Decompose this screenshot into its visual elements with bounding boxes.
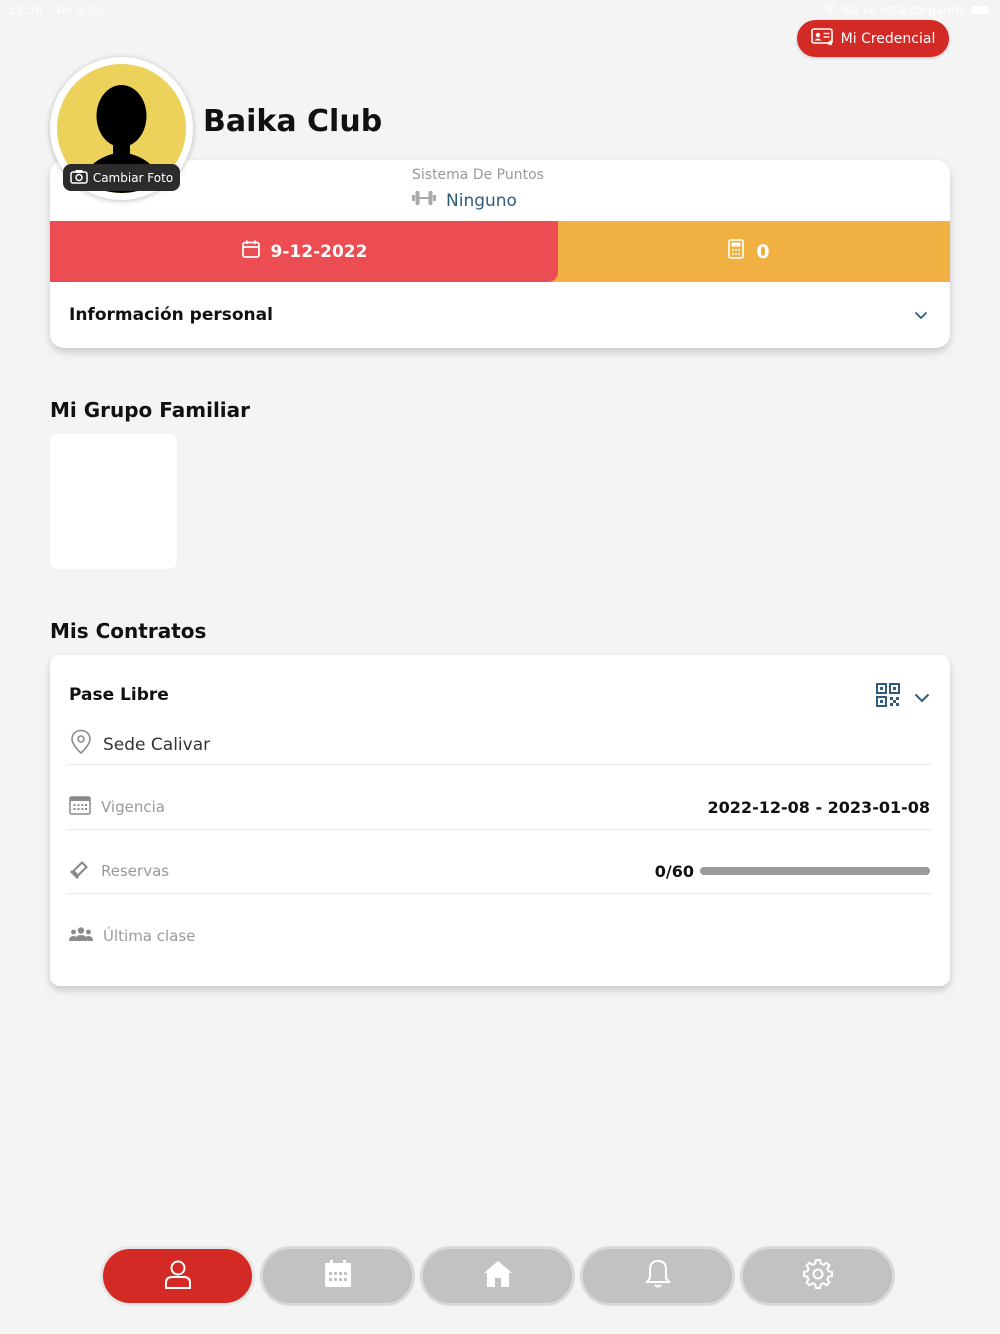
contract-card: Pase Libre Sede Calivar Vigencia 2022-12… <box>50 655 950 986</box>
ticket-icon <box>69 858 91 884</box>
date-value: 9-12-2022 <box>270 241 368 262</box>
stats-row: 9-12-2022 0 <box>50 221 950 282</box>
family-member-card[interactable] <box>50 434 177 569</box>
bell-icon <box>644 1259 671 1293</box>
calendar-grid-icon <box>69 795 91 819</box>
calendar-icon <box>241 239 261 264</box>
points-system-value: Ninguno <box>412 190 517 211</box>
divider <box>67 893 931 894</box>
credential-label: Mi Credencial <box>840 30 936 47</box>
nav-notifications[interactable] <box>580 1246 735 1306</box>
divider <box>67 764 931 765</box>
points-system-text: Ninguno <box>446 190 517 211</box>
points-system-label: Sistema De Puntos <box>412 167 544 183</box>
personal-info-label: Información personal <box>69 305 273 325</box>
status-right: No se está cargando <box>823 3 988 17</box>
gear-icon <box>802 1259 833 1293</box>
club-name: Baika Club <box>203 104 383 139</box>
personal-info-toggle[interactable]: Información personal <box>50 282 950 348</box>
reservations-label: Reservas <box>101 862 170 880</box>
group-icon <box>69 926 93 946</box>
last-class-label: Última clase <box>103 927 196 945</box>
reservations-progress-bar <box>700 867 930 875</box>
chevron-down-icon <box>914 305 928 325</box>
calculator-icon <box>728 239 745 264</box>
contract-location: Sede Calivar <box>69 729 210 760</box>
change-photo-label: Cambiar Foto <box>92 170 174 185</box>
chevron-down-icon[interactable] <box>914 688 930 707</box>
reservations-value: 0/60 <box>654 861 694 881</box>
validity-value: 2022-12-08 - 2023-01-08 <box>707 797 930 817</box>
contract-actions <box>876 683 930 711</box>
contracts-section-title: Mis Contratos <box>50 619 207 643</box>
nav-home[interactable] <box>420 1246 575 1306</box>
profile-card: Sistema De Puntos Ninguno 9-12-2022 0 In… <box>50 160 950 348</box>
date-stat: 9-12-2022 <box>50 221 558 282</box>
validity-label: Vigencia <box>101 798 165 816</box>
id-card-icon <box>810 27 835 51</box>
last-class-row: Última clase <box>69 921 930 951</box>
dumbbell-icon <box>412 190 436 211</box>
reservations-row: Reservas 0/60 <box>69 856 930 886</box>
status-time-date: 13:38 Vie 9 dic <box>8 3 106 17</box>
battery-icon <box>972 6 988 14</box>
family-section-title: Mi Grupo Familiar <box>50 398 251 422</box>
nav-settings[interactable] <box>740 1246 895 1306</box>
count-value: 0 <box>756 240 770 263</box>
qr-code-icon[interactable] <box>876 683 900 711</box>
location-pin-icon <box>69 729 93 760</box>
home-icon <box>483 1260 513 1292</box>
user-icon <box>164 1259 192 1293</box>
status-time: 13:38 <box>8 3 43 17</box>
camera-icon <box>70 169 88 187</box>
status-date: Vie 9 dic <box>54 3 106 17</box>
bottom-navigation <box>100 1246 896 1306</box>
location-text: Sede Calivar <box>103 734 211 755</box>
contract-name: Pase Libre <box>69 685 169 705</box>
nav-calendar[interactable] <box>260 1246 415 1306</box>
wifi-icon <box>823 3 837 17</box>
calendar-icon <box>324 1260 352 1292</box>
credential-button[interactable]: Mi Credencial <box>797 20 949 57</box>
divider <box>67 829 931 830</box>
charging-status: No se está cargando <box>842 3 966 17</box>
count-stat: 0 <box>548 221 950 282</box>
change-photo-button[interactable]: Cambiar Foto <box>63 164 180 191</box>
validity-row: Vigencia 2022-12-08 - 2023-01-08 <box>69 792 930 822</box>
nav-profile[interactable] <box>100 1246 255 1306</box>
status-bar: 13:38 Vie 9 dic No se está cargando <box>0 0 1000 20</box>
